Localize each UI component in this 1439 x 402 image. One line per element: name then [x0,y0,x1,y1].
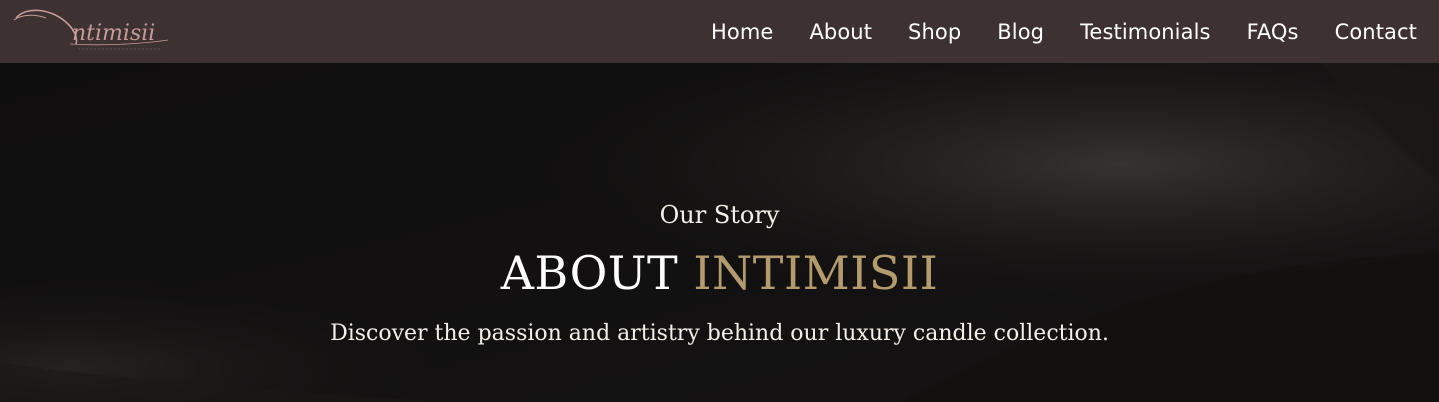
hero-title: ABOUT INTIMISII [0,250,1439,296]
hero-eyebrow: Our Story [659,201,780,229]
hero-title-part1: ABOUT [500,246,679,300]
nav-about[interactable]: About [809,20,872,44]
brand-logo[interactable]: ntimisii [12,4,172,58]
nav-home[interactable]: Home [711,20,773,44]
hero-title-part2: INTIMISII [693,246,939,300]
page: ntimisii Home About Shop Blog Testimonia… [0,0,1439,402]
logo-script-icon: ntimisii [13,9,169,50]
site-header: ntimisii Home About Shop Blog Testimonia… [0,0,1439,63]
main-nav: Home About Shop Blog Testimonials FAQs C… [711,0,1417,63]
nav-contact[interactable]: Contact [1335,20,1417,44]
nav-shop[interactable]: Shop [908,20,961,44]
hero-content: Our Story ABOUT INTIMISII Discover the p… [0,63,1439,402]
nav-blog[interactable]: Blog [997,20,1044,44]
nav-testimonials[interactable]: Testimonials [1080,20,1210,44]
nav-faqs[interactable]: FAQs [1247,20,1299,44]
hero-section: Our Story ABOUT INTIMISII Discover the p… [0,63,1439,402]
hero-subtitle: Discover the passion and artistry behind… [330,321,1109,346]
svg-text:ntimisii: ntimisii [72,21,155,46]
